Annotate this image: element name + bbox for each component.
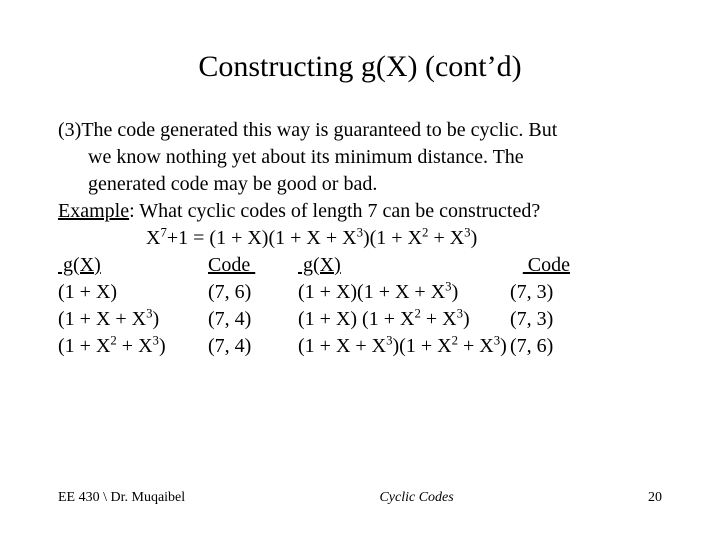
row1-gx1: (1 + X): [58, 280, 208, 305]
example-label: Example: [58, 200, 129, 222]
point-3-line1: (3)The code generated this way is guaran…: [58, 118, 662, 143]
row1-code2: (7, 3): [510, 280, 570, 305]
row3-gx2: (1 + X + X3)(1 + X2 + X3): [298, 334, 510, 359]
row1-code1: (7, 6): [208, 280, 298, 305]
header-gx-1: g(X): [58, 253, 208, 278]
footer-left: EE 430 \ Dr. Muqaibel: [58, 490, 185, 506]
slide: Constructing g(X) (cont’d) (3)The code g…: [0, 0, 720, 540]
row2-code1: (7, 4): [208, 307, 298, 332]
row2-gx2: (1 + X) (1 + X2 + X3): [298, 307, 510, 332]
row3-code1: (7, 4): [208, 334, 298, 359]
header-gx-2: g(X): [298, 253, 510, 278]
row2-gx1: (1 + X + X3): [58, 307, 208, 332]
header-code-2: Code: [510, 253, 570, 278]
row2-code2: (7, 3): [510, 307, 570, 332]
footer-page-number: 20: [648, 490, 662, 506]
point-3-line3: generated code may be good or bad.: [58, 172, 662, 197]
slide-body: (3)The code generated this way is guaran…: [58, 118, 662, 359]
row1-gx2: (1 + X)(1 + X + X3): [298, 280, 510, 305]
row3-gx1: (1 + X2 + X3): [58, 334, 208, 359]
example-text: : What cyclic codes of length 7 can be c…: [129, 200, 540, 222]
point-3-line2: we know nothing yet about its minimum di…: [58, 145, 662, 170]
factorization: X7+1 = (1 + X)(1 + X + X3)(1 + X2 + X3): [58, 226, 662, 251]
codes-table: g(X) Code g(X) Code (1 + X) (7, 6) (1 + …: [58, 253, 662, 359]
row3-code2: (7, 6): [510, 334, 570, 359]
header-code-1: Code: [208, 253, 298, 278]
slide-title: Constructing g(X) (cont’d): [58, 50, 662, 84]
footer-center: Cyclic Codes: [379, 490, 453, 506]
example-line: Example: What cyclic codes of length 7 c…: [58, 199, 662, 224]
slide-footer: EE 430 \ Dr. Muqaibel Cyclic Codes 20: [58, 490, 662, 506]
